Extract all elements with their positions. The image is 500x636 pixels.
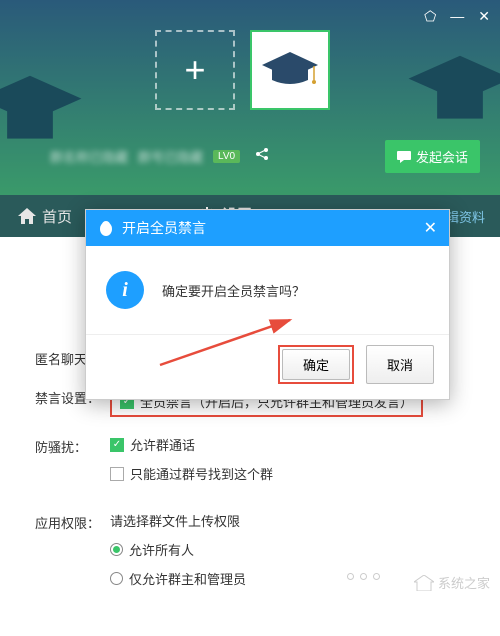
- perm-opt2-label: 仅允许群主和管理员: [129, 569, 246, 588]
- row-permissions: 应用权限： 请选择群文件上传权限 允许所有人 仅允许群主和管理员: [35, 511, 465, 598]
- find-by-id-checkbox[interactable]: [110, 467, 124, 481]
- dialog-title-text: 开启全员禁言: [122, 218, 206, 238]
- penguin-icon: [98, 219, 114, 237]
- minimize-button[interactable]: —: [450, 8, 464, 25]
- window-controls: ⬠ — ✕: [424, 8, 490, 25]
- anti-harass-label: 防骚扰：: [35, 435, 110, 456]
- pagination-dots: [347, 573, 380, 580]
- confirm-dialog: 开启全员禁言 ✕ i 确定要开启全员禁言吗？ 确定 取消: [85, 209, 450, 400]
- dot: [360, 573, 367, 580]
- graduation-cap-icon: [260, 50, 320, 90]
- tab-home[interactable]: 首页: [0, 195, 90, 237]
- home-icon: [18, 208, 36, 224]
- dot: [373, 573, 380, 580]
- ok-button[interactable]: 确定: [282, 349, 350, 380]
- level-badge: LV0: [213, 150, 240, 163]
- bg-cap-left: [0, 70, 90, 150]
- dialog-message: 确定要开启全员禁言吗？: [162, 281, 305, 300]
- header-banner: ⬠ — ✕ + 群名称已隐藏 群号已隐藏 LV0 发起会话: [0, 0, 500, 195]
- chat-icon: [397, 151, 411, 163]
- dialog-close-button[interactable]: ✕: [424, 218, 437, 238]
- pin-icon[interactable]: ⬠: [424, 8, 436, 25]
- watermark-icon: [414, 575, 434, 591]
- add-avatar-button[interactable]: +: [155, 30, 235, 110]
- dialog-titlebar: 开启全员禁言 ✕: [86, 210, 449, 246]
- group-name: 群名称已隐藏: [50, 147, 128, 166]
- perm-radio-all[interactable]: [110, 543, 123, 556]
- dialog-body: i 确定要开启全员禁言吗？: [86, 246, 449, 334]
- ok-highlight: 确定: [278, 345, 354, 384]
- perm-title: 请选择群文件上传权限: [110, 511, 465, 530]
- dot: [347, 573, 354, 580]
- dialog-footer: 确定 取消: [86, 334, 449, 399]
- info-icon: i: [106, 271, 144, 309]
- group-avatar[interactable]: [250, 30, 330, 110]
- group-info-row: 群名称已隐藏 群号已隐藏 LV0 发起会话: [50, 140, 480, 173]
- group-id: 群号已隐藏: [138, 147, 203, 166]
- perm-opt1-label: 允许所有人: [129, 540, 194, 559]
- close-button[interactable]: ✕: [478, 8, 490, 25]
- perm-label: 应用权限：: [35, 511, 110, 532]
- allow-call-label: 允许群通话: [130, 435, 195, 454]
- cancel-button[interactable]: 取消: [366, 345, 434, 384]
- plus-icon: +: [184, 49, 205, 91]
- find-by-id-label: 只能通过群号找到这个群: [130, 464, 273, 483]
- bg-cap-right: [400, 50, 500, 130]
- share-icon[interactable]: [254, 146, 270, 167]
- perm-radio-admin[interactable]: [110, 572, 123, 585]
- allow-call-checkbox[interactable]: ✓: [110, 438, 124, 452]
- row-anti-harass: 防骚扰： ✓ 允许群通话 只能通过群号找到这个群: [35, 435, 465, 493]
- watermark: 系统之家: [414, 573, 490, 592]
- avatar-area: +: [155, 30, 330, 110]
- start-chat-button[interactable]: 发起会话: [385, 140, 480, 173]
